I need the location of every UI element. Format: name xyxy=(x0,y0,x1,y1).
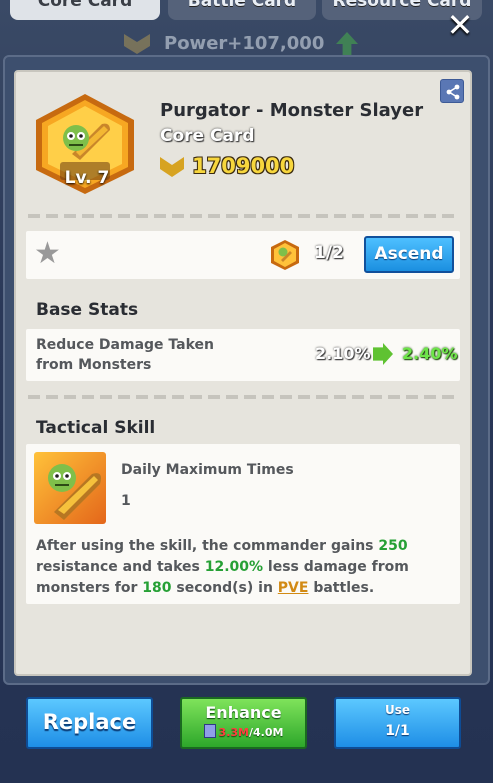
enhance-button[interactable]: Enhance 3.3M/4.0M xyxy=(180,697,307,749)
tab-battle-card[interactable]: Battle Card xyxy=(168,0,316,20)
skill-description: After using the skill, the commander gai… xyxy=(36,538,409,596)
enhance-cost: 3.3M/4.0M xyxy=(182,724,305,739)
power-banner-text: Power+107,000 xyxy=(164,33,325,54)
skill-box: Daily Maximum Times 1 After using the sk… xyxy=(26,444,460,604)
exp-book-icon xyxy=(203,724,216,738)
divider xyxy=(28,395,458,399)
share-icon xyxy=(446,84,460,100)
skill-icon xyxy=(34,452,106,524)
card-power-value: 1709000 xyxy=(192,154,295,178)
star-icon: ★ xyxy=(34,236,61,271)
arrow-up-icon xyxy=(336,32,358,56)
stat-name: Reduce Damage Taken from Monsters xyxy=(36,337,215,373)
stat-current-value: 2.10% xyxy=(315,344,371,363)
card-type: Core Card xyxy=(160,126,255,146)
stat-row: Reduce Damage Taken from Monsters 2.10% … xyxy=(26,329,460,381)
base-stats-title: Base Stats xyxy=(36,300,139,320)
replace-button[interactable]: Replace xyxy=(26,697,153,749)
card-tabs: Core Card Battle Card Resource Card xyxy=(0,0,493,24)
enhance-label: Enhance xyxy=(205,703,282,722)
close-button[interactable]: ✕ xyxy=(445,9,475,41)
ascend-count: 1/2 xyxy=(314,243,344,263)
stat-next-value: 2.40% xyxy=(402,344,458,363)
ascend-button[interactable]: Ascend xyxy=(364,236,454,273)
card-fragment-icon xyxy=(271,240,299,270)
card-level: Lv. 7 xyxy=(64,168,110,188)
use-button[interactable]: Use 1/1 xyxy=(334,697,461,749)
divider xyxy=(28,214,458,218)
tab-core-card[interactable]: Core Card xyxy=(10,0,160,20)
share-button[interactable] xyxy=(440,79,464,103)
use-label: Use xyxy=(384,703,411,717)
skill-value: 1 xyxy=(121,493,131,509)
arrow-right-icon xyxy=(373,343,393,365)
power-banner: Power+107,000 xyxy=(120,30,370,58)
use-count: 1/1 xyxy=(385,723,410,739)
tactical-skill-title: Tactical Skill xyxy=(36,418,156,438)
skill-label: Daily Maximum Times xyxy=(121,462,294,478)
ascend-row: ★ 1/2 Ascend xyxy=(26,231,460,279)
card-name: Purgator - Monster Slayer xyxy=(160,100,424,121)
power-icon xyxy=(124,34,150,54)
